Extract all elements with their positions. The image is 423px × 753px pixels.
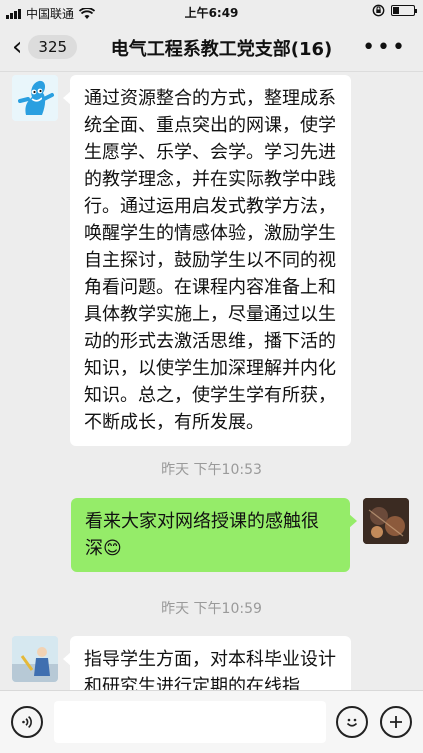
more-icon: ••• xyxy=(362,35,407,60)
avatar[interactable] xyxy=(12,75,58,121)
message-input[interactable] xyxy=(54,701,326,743)
message-bubble[interactable]: 指导学生方面，对本科毕业设计和研究生进行定期的在线指 xyxy=(63,636,351,690)
message-text: 指导学生方面，对本科毕业设计和研究生进行定期的在线指 xyxy=(84,649,336,690)
message-timestamp: 昨天 下午10:59 xyxy=(161,601,262,617)
status-bar: 中国联通 上午6:49 xyxy=(0,0,423,24)
input-bar xyxy=(0,690,423,753)
user-avatar-icon xyxy=(363,498,409,544)
plus-icon xyxy=(390,716,402,728)
avatar[interactable] xyxy=(363,498,409,544)
more-button[interactable]: ••• xyxy=(362,35,407,60)
plus-button[interactable] xyxy=(380,706,412,738)
message-text: 通过资源整合的方式，整理成系统全面、重点突出的网课，使学生愿学、乐学、会学。学习… xyxy=(84,88,336,433)
avatar[interactable] xyxy=(12,636,58,682)
smile-emoji-icon: 😊 xyxy=(103,538,122,559)
mascot-avatar-icon xyxy=(12,75,58,121)
photo-avatar-icon xyxy=(12,636,58,682)
voice-button[interactable] xyxy=(11,706,43,738)
message-bubble[interactable]: 看来大家对网络授课的感触很深😊 xyxy=(71,498,357,572)
emoji-icon xyxy=(346,718,358,727)
chat-list[interactable]: 通过资源整合的方式，整理成系统全面、重点突出的网课，使学生愿学、乐学、会学。学习… xyxy=(0,73,423,690)
voice-icon xyxy=(22,715,32,729)
status-right xyxy=(372,4,417,17)
battery-icon xyxy=(391,5,417,16)
emoji-button[interactable] xyxy=(336,706,368,738)
rotation-lock-icon xyxy=(372,4,385,17)
message-bubble[interactable]: 通过资源整合的方式，整理成系统全面、重点突出的网课，使学生愿学、乐学、会学。学习… xyxy=(63,75,351,446)
nav-bar: ‹ 325 电气工程系教工党支部(16) ••• xyxy=(0,24,423,72)
message-timestamp: 昨天 下午10:53 xyxy=(161,462,262,478)
status-time: 上午6:49 xyxy=(184,6,239,20)
chat-title: 电气工程系教工党支部(16) xyxy=(110,39,333,60)
